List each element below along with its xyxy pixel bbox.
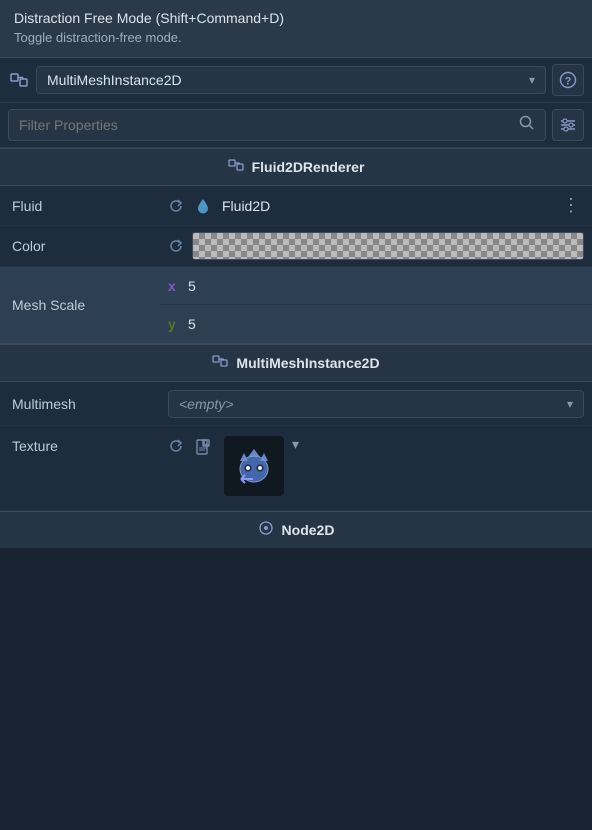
y-axis-label: y [168,316,188,332]
texture-label: Texture [0,434,160,462]
multimesh-value: <empty> [179,396,233,412]
texture-property-row: Texture [0,426,592,511]
tooltip-description: Toggle distraction-free mode. [14,30,578,45]
filter-bar [0,103,592,148]
texture-controls: ▾ [160,434,592,502]
color-controls [160,226,592,266]
fluid-value[interactable]: Fluid2D [222,198,270,214]
fluid-property-row: Fluid Fluid2D ⋮ [0,186,592,226]
fluid2d-renderer-section-header[interactable]: Fluid2DRenderer [0,148,592,186]
node2d-label: Node2D [282,522,335,538]
multimesh-dropdown[interactable]: <empty> ▾ [168,390,584,418]
texture-reset-button[interactable] [168,436,184,454]
node2d-icon [258,520,274,540]
mesh-scale-y-row: y [160,305,592,343]
doc-button[interactable]: ? [552,64,584,96]
multimesh-instance-label: MultiMeshInstance2D [236,355,379,371]
texture-expand-button[interactable]: ▾ [292,436,299,453]
tooltip-banner: Distraction Free Mode (Shift+Command+D) … [0,0,592,58]
fluid-controls: Fluid2D ⋮ [160,189,592,223]
node2d-section-header[interactable]: Node2D [0,511,592,548]
svg-text:?: ? [565,76,572,88]
node-class-dropdown[interactable]: MultiMeshInstance2D ▾ [36,66,546,94]
fluid-label: Fluid [0,190,160,222]
fluid-menu-button[interactable]: ⋮ [558,195,584,216]
texture-thumbnail[interactable] [224,436,284,496]
filter-settings-button[interactable] [552,109,584,141]
tooltip-title: Distraction Free Mode (Shift+Command+D) [14,10,578,26]
node-type-icon [8,69,30,91]
color-preview-swatch[interactable] [192,232,584,260]
mesh-scale-property-row: Mesh Scale x y [0,267,592,344]
multimesh-label: Multimesh [0,388,160,420]
fluid-droplet-icon [192,195,214,217]
multimesh-chevron-icon: ▾ [567,397,573,411]
color-property-row: Color [0,226,592,267]
fluid-reset-button[interactable] [168,198,184,214]
multimesh-instance-section-header[interactable]: MultiMeshInstance2D [0,344,592,382]
x-axis-label: x [168,278,188,294]
fluid2d-renderer-label: Fluid2DRenderer [252,159,365,175]
mesh-scale-x-input[interactable] [188,278,584,294]
texture-file-icon[interactable] [192,436,216,460]
multimesh-controls: <empty> ▾ [160,384,592,424]
multimesh-instance-icon [212,353,228,373]
mesh-scale-y-input[interactable] [188,316,584,332]
node-class-name: MultiMeshInstance2D [47,72,182,88]
inspector-header: MultiMeshInstance2D ▾ ? [0,58,592,103]
color-reset-button[interactable] [168,238,184,254]
filter-input-wrap [8,109,546,141]
mesh-scale-x-row: x [160,267,592,305]
search-icon [519,115,535,135]
dropdown-chevron-icon: ▾ [529,73,535,87]
multimesh-property-row: Multimesh <empty> ▾ [0,382,592,426]
mesh-scale-values: x y [160,267,592,343]
mesh-scale-label: Mesh Scale [0,267,160,343]
color-label: Color [0,230,160,262]
fluid2d-renderer-icon [228,157,244,177]
filter-properties-input[interactable] [19,117,511,133]
